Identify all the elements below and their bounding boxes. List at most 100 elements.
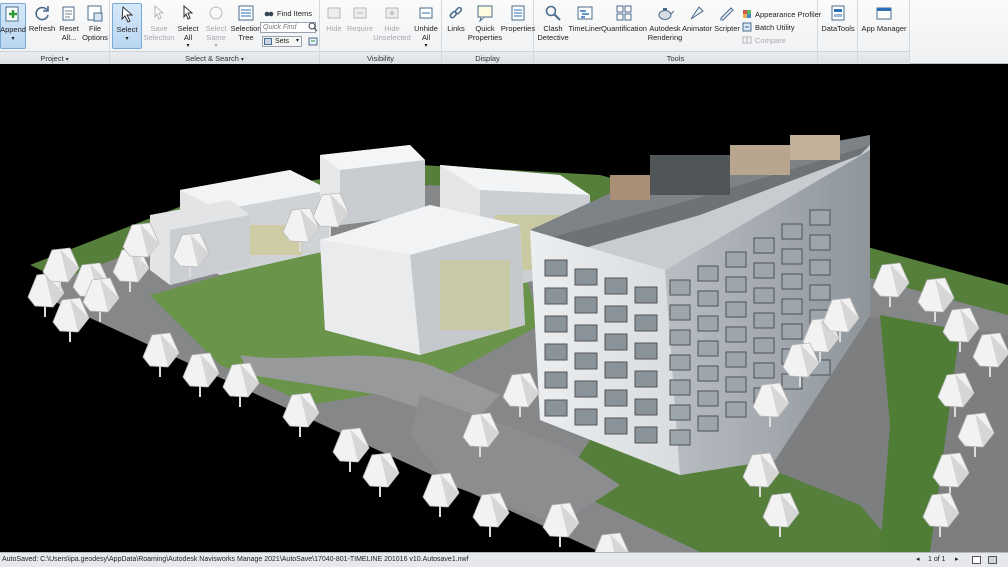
window [574,352,598,370]
properties-label: Properties [500,24,536,33]
window [725,351,747,368]
app-manager-button[interactable]: App Manager [860,3,908,34]
refresh-label: Refresh [28,24,56,33]
3d-viewport[interactable] [0,65,1008,552]
quantification-label: Quantification [601,24,647,33]
window [697,415,719,432]
window [544,259,568,277]
select-button[interactable]: Select ▾ [112,3,142,49]
find-items-button[interactable]: Find Items [264,8,312,18]
sets-dropdown-icon: ▾ [295,38,299,44]
batch-utility-button[interactable]: Batch Utility [742,22,795,32]
refresh-icon [32,3,52,23]
select-all-button[interactable]: Select All ▾ [176,3,200,51]
hide-icon [324,3,344,23]
datatools-button[interactable]: DataTools [820,3,856,34]
append-button[interactable]: Append ▾ [0,3,26,49]
quick-properties-label-2: Properties [467,32,503,42]
animator-button[interactable]: Animator [682,3,712,34]
window [753,287,775,304]
window [809,259,831,276]
project-panel-title[interactable]: Project ▾ [0,51,109,64]
window [809,284,831,301]
window [604,277,628,295]
window [634,370,658,388]
quick-properties-button[interactable]: Quick Properties [468,3,502,42]
window [574,268,598,286]
app-manager-icon [874,3,894,23]
window [753,237,775,254]
window [544,315,568,333]
ribbon: Append ▾ Refresh Reset All... File Optio… [0,0,1008,64]
hide-button[interactable]: Hide [322,3,346,34]
selection-tree-button[interactable]: Selection Tree [230,3,262,42]
reset-all-button[interactable]: Reset All... [56,3,82,42]
autodesk-rendering-label-2: Rendering [647,32,683,42]
display-panel: Links Quick Properties Properties Displa… [442,0,536,64]
batch-utility-icon [742,22,752,32]
save-selection-label-2: Selection [143,32,175,42]
autosave-path-text: AutoSaved: C:\Users\ipa.geodesy\AppData\… [2,556,469,563]
appearance-profiler-button[interactable]: Appearance Profiler [742,9,821,19]
window [544,343,568,361]
grid-view-icon[interactable] [972,556,981,564]
batch-utility-label: Batch Utility [755,22,795,32]
links-button[interactable]: Links [444,3,468,34]
unhide-all-label-2: All [421,32,431,42]
scripter-button[interactable]: Scripter [712,3,742,34]
unhide-all-button[interactable]: Unhide All ▾ [412,3,440,51]
rooftop-unit-1 [610,175,650,200]
autodesk-rendering-button[interactable]: Autodesk Rendering [646,3,684,42]
select-search-panel-title[interactable]: Select & Search ▾ [110,51,319,64]
animator-label: Animator [682,24,713,33]
refresh-button[interactable]: Refresh [28,3,56,34]
project-panel-title-text: Project [40,54,64,63]
file-options-button[interactable]: File Options [82,3,108,42]
window [725,251,747,268]
window [753,262,775,279]
clash-detective-button[interactable]: Clash Detective [536,3,570,42]
rendering-teapot-icon [655,3,675,23]
window [604,333,628,351]
page-next-icon[interactable]: ▸ [955,553,959,567]
window [544,371,568,389]
window [634,342,658,360]
append-icon [3,4,23,24]
quick-find-go-icon[interactable] [308,22,318,33]
window [634,286,658,304]
window [697,265,719,282]
window [697,390,719,407]
compare-button[interactable]: Compare [742,35,786,45]
project-panel: Append ▾ Refresh Reset All... File Optio… [0,0,110,64]
display-panel-title-text: Display [475,54,500,63]
require-button[interactable]: Require [346,3,374,34]
file-options-label-2: Options [82,32,108,42]
select-same-button[interactable]: Select Same ▾ [204,3,228,51]
window [604,417,628,435]
properties-button[interactable]: Properties [500,3,536,34]
hide-unselected-button[interactable]: Hide Unselected [373,3,411,42]
quantification-button[interactable]: Quantification [600,3,648,34]
select-search-panel-dropdown-icon: ▾ [240,57,244,63]
window [753,337,775,354]
save-selection-button[interactable]: Save Selection [144,3,174,42]
layout-icon[interactable] [988,556,997,564]
select-same-icon [206,3,226,23]
app-manager-panel-title [858,51,909,64]
compare-icon [742,35,752,45]
scripter-label: Scripter [714,24,740,33]
select-all-dropdown-icon: ▾ [186,43,190,49]
links-label: Links [447,24,465,33]
datatools-panel-title [818,51,857,64]
select-dropdown-icon: ▾ [125,35,129,42]
window [574,296,598,314]
timeliner-button[interactable]: TimeLiner [568,3,602,34]
window [669,379,691,396]
unhide-all-dropdown-icon: ▾ [424,43,428,49]
sets-manage-icon[interactable] [308,36,318,47]
page-prev-icon[interactable]: ◂ [916,553,920,567]
window [725,401,747,418]
site-model-render [27,135,1008,552]
timeliner-icon [575,3,595,23]
datatools-panel: DataTools [818,0,858,64]
